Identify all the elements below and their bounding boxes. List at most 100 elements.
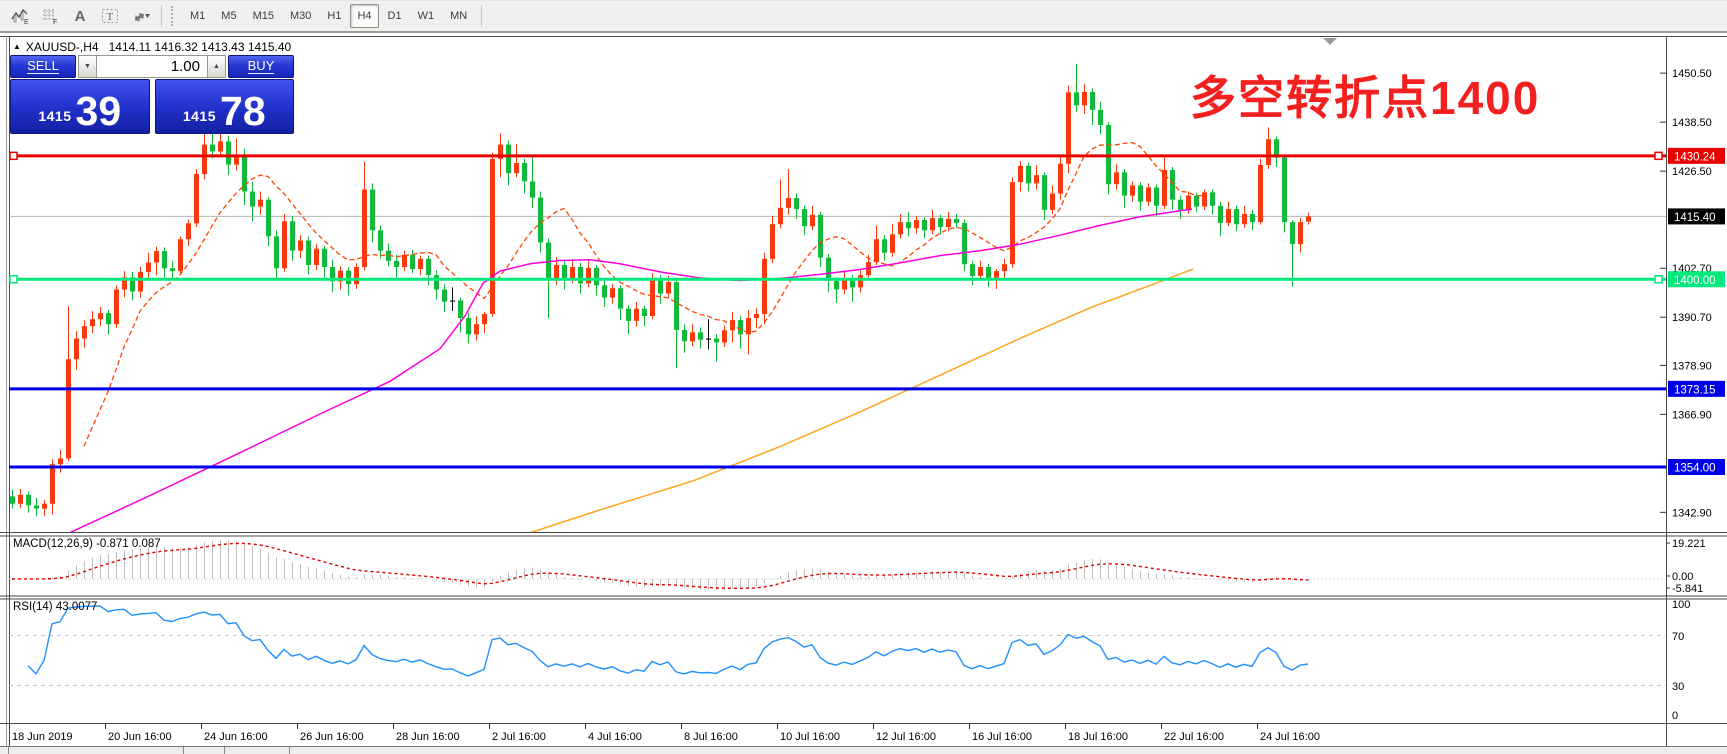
candle-body (690, 332, 695, 341)
time-tick-label: 18 Jul 16:00 (1068, 731, 1128, 743)
candle-body (538, 198, 543, 243)
bid-quote-box[interactable]: 1415 39 (10, 79, 150, 134)
candle-body (90, 319, 95, 326)
time-tick-label: 4 Jul 16:00 (588, 731, 642, 743)
candle-body (578, 267, 583, 283)
candle-body (794, 198, 799, 209)
candle-body (314, 249, 319, 265)
timeframe-button-m1[interactable]: M1 (183, 4, 212, 28)
candle-body (682, 330, 687, 341)
chart-ohlc-header: ▲XAUUSD-,H41414.11 1416.32 1413.43 1415.… (13, 40, 291, 54)
timeframe-button-m30[interactable]: M30 (283, 4, 318, 28)
volume-increase-button[interactable]: ▲ (207, 55, 226, 78)
timeframe-button-w1[interactable]: W1 (411, 4, 442, 28)
sell-button[interactable]: SELL (10, 55, 76, 78)
ask-quote-box[interactable]: 1415 78 (155, 79, 295, 134)
candle-body (562, 265, 567, 278)
candle-body (1002, 264, 1007, 271)
price-badge-text: 1354.00 (1674, 463, 1716, 475)
candle-body (186, 223, 191, 239)
candle-body (306, 240, 311, 264)
candle-body (1202, 192, 1207, 206)
grid-f-icon[interactable]: F (36, 3, 64, 29)
candle-body (722, 330, 727, 342)
svg-text:E: E (24, 19, 29, 25)
candle-body (890, 234, 895, 252)
candle-body (930, 218, 935, 230)
timeframe-button-d1[interactable]: D1 (381, 4, 409, 28)
volume-input[interactable]: 1.00 (97, 55, 207, 78)
timeframe-button-m5[interactable]: M5 (214, 4, 243, 28)
time-tick-label: 24 Jun 16:00 (204, 731, 268, 743)
candle-body (626, 309, 631, 321)
candle-body (970, 264, 975, 276)
candle-body (490, 159, 495, 314)
crosshair-cursor-icon[interactable] (126, 3, 154, 29)
rsi-label: RSI(14) 43.0077 (13, 601, 97, 613)
timeframe-bar: M1M5M15M30H1H4D1W1MN (183, 4, 474, 28)
candle-body (1242, 214, 1247, 224)
price-tick-label: 1426.50 (1672, 166, 1712, 178)
time-tick-label: 8 Jul 16:00 (684, 731, 738, 743)
chart-text-annotation[interactable]: 多空转折点1400 (1190, 62, 1540, 128)
candle-body (322, 249, 327, 267)
chart-background (0, 36, 1727, 754)
candle-body (818, 215, 823, 258)
candle-body (370, 189, 375, 230)
candle-body (762, 259, 767, 314)
candle-body (914, 220, 919, 228)
toolbar-separator (161, 5, 162, 27)
text-box-icon[interactable]: T (96, 3, 124, 29)
svg-text:T: T (107, 11, 114, 23)
price-badge-text: 1430.24 (1674, 151, 1716, 163)
candle-body (810, 215, 815, 226)
timeframe-button-h4[interactable]: H4 (350, 4, 378, 28)
candle-body (1010, 182, 1015, 264)
candle-body (698, 332, 703, 339)
buy-button[interactable]: BUY (228, 55, 294, 78)
candle-body (1130, 185, 1135, 195)
mt4-window: E F A T M1M5M15 (0, 0, 1727, 754)
candle-body (474, 324, 479, 334)
candle-body (666, 282, 671, 293)
candle-body (282, 221, 287, 268)
candle-body (594, 268, 599, 286)
candle-body (194, 174, 199, 223)
candle-body (1026, 166, 1031, 184)
candle-body (786, 198, 791, 208)
candle-body (946, 219, 951, 227)
chart-canvas: 1450.501438.501426.501402.701390.701378.… (0, 36, 1727, 754)
candle-body (1154, 187, 1159, 205)
candle-body (202, 145, 207, 174)
candle-body (266, 200, 271, 237)
timeframe-button-h1[interactable]: H1 (320, 4, 348, 28)
candle-body (1298, 222, 1303, 244)
candle-body (1226, 209, 1231, 223)
hline-anchor[interactable] (1655, 152, 1662, 159)
candle-body (482, 314, 487, 324)
indicators-e-icon[interactable]: E (6, 3, 34, 29)
symbol-label: XAUUSD-,H4 (26, 40, 99, 54)
time-tick-label: 16 Jul 16:00 (972, 731, 1032, 743)
timeframe-button-m15[interactable]: M15 (246, 4, 281, 28)
candle-body (922, 220, 927, 230)
collapse-triangle-icon[interactable]: ▲ (13, 42, 21, 51)
candle-body (50, 464, 55, 504)
hline-anchor[interactable] (10, 152, 17, 159)
candle-body (1098, 110, 1103, 125)
hline-anchor[interactable] (1655, 276, 1662, 283)
rsi-scale-label: 70 (1672, 631, 1684, 643)
candle-body (114, 289, 119, 324)
candle-body (1138, 185, 1143, 201)
candle-body (610, 288, 615, 297)
candle-body (714, 338, 719, 342)
volume-decrease-button[interactable]: ▼ (78, 55, 97, 78)
timeframe-button-mn[interactable]: MN (443, 4, 474, 28)
candle-body (882, 239, 887, 252)
current-price-badge-text: 1415.40 (1674, 212, 1716, 224)
hline-anchor[interactable] (10, 276, 17, 283)
toolbar-grip[interactable] (171, 6, 177, 26)
candle-body (66, 359, 71, 458)
candle-body (802, 209, 807, 226)
text-label-icon[interactable]: A (66, 3, 94, 29)
